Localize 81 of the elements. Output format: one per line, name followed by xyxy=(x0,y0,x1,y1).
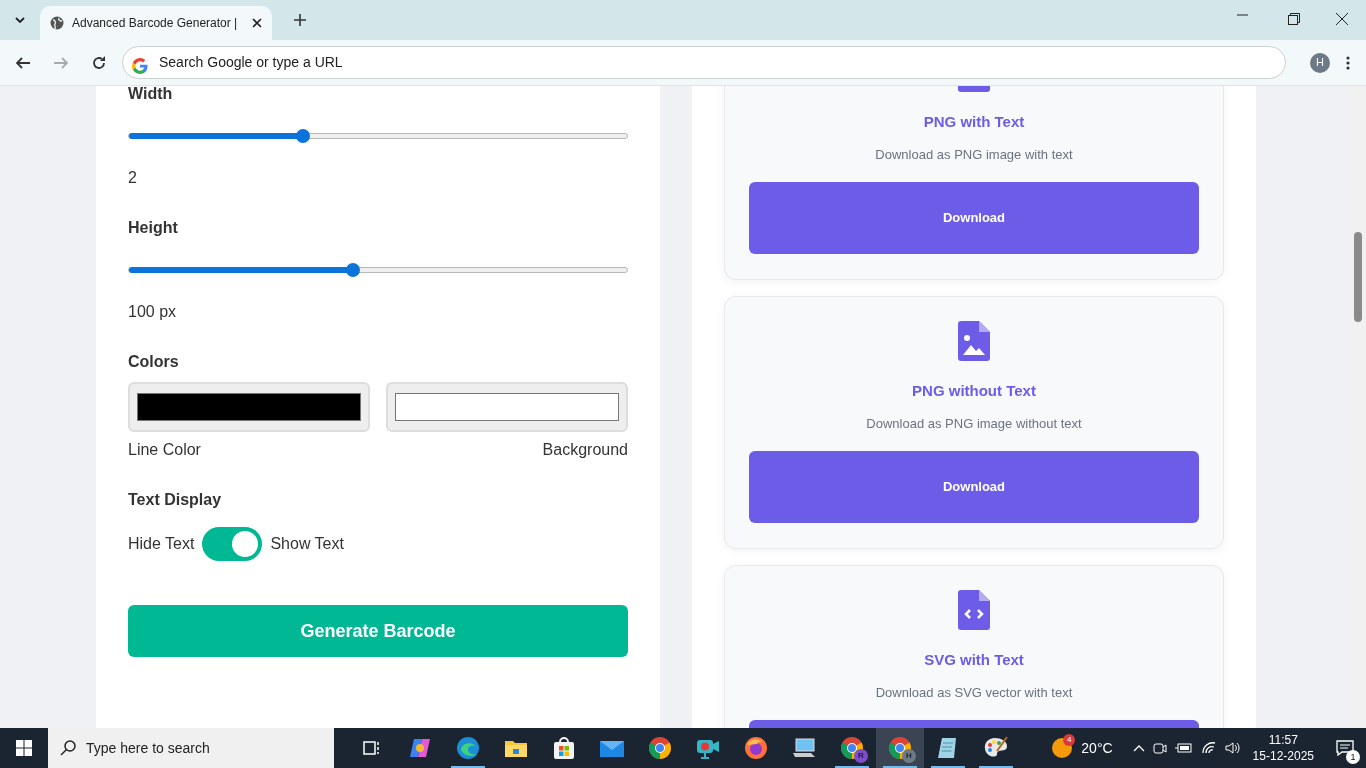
slider-thumb[interactable] xyxy=(296,129,311,143)
notifications-button[interactable]: 1 xyxy=(1330,728,1360,768)
text-toggle[interactable] xyxy=(202,527,263,561)
color-label: Line Color xyxy=(128,440,201,460)
close-window-button[interactable] xyxy=(1336,13,1348,25)
chrome-icon xyxy=(648,736,672,760)
kebab-menu-icon xyxy=(1346,55,1350,70)
slider-value: 2 xyxy=(128,168,138,188)
image-file-icon xyxy=(958,321,990,361)
windows-icon xyxy=(16,740,32,756)
chevron-up-icon xyxy=(1132,744,1145,752)
hide-text-label: Hide Text xyxy=(128,534,195,554)
format-title: PNG without Text xyxy=(911,381,1037,401)
firefox-icon xyxy=(744,736,768,760)
slider-value: 100 px xyxy=(128,302,178,322)
computer-icon xyxy=(791,737,817,759)
color-picker[interactable] xyxy=(128,382,370,432)
format-title: SVG with Text xyxy=(923,650,1025,670)
copilot-icon xyxy=(408,736,432,760)
tab-close-button[interactable] xyxy=(252,18,262,28)
reload-icon xyxy=(92,55,106,70)
tab-title: Advanced Barcode Generator | xyxy=(72,15,239,32)
wifi-icon xyxy=(1200,741,1217,755)
colors-label: Colors xyxy=(128,352,180,372)
format-description: Download as SVG vector with text xyxy=(874,684,1074,702)
hidden-icons-button[interactable] xyxy=(1132,744,1145,752)
profile-avatar[interactable]: H xyxy=(1310,52,1330,73)
taskbar-app[interactable]: R xyxy=(828,728,876,768)
weather-widget[interactable]: 4 20°C xyxy=(1051,728,1113,768)
new-tab-button[interactable] xyxy=(294,14,306,26)
mail-icon xyxy=(599,738,625,758)
taskbar-app[interactable]: H xyxy=(876,728,924,768)
globe-icon xyxy=(50,16,64,30)
battery-icon xyxy=(1174,742,1193,754)
back-button[interactable] xyxy=(16,56,30,69)
forward-arrow-icon xyxy=(54,56,68,69)
profile-badge: R xyxy=(854,749,868,763)
profile-badge: H xyxy=(902,749,916,763)
message-icon xyxy=(1336,740,1354,756)
color-picker[interactable] xyxy=(386,382,628,432)
text-display-label: Text Display xyxy=(128,490,223,510)
reload-button[interactable] xyxy=(92,55,106,70)
format-description: Download as PNG image with text xyxy=(874,146,1074,164)
show-text-label: Show Text xyxy=(270,534,344,554)
close-icon xyxy=(1336,13,1348,25)
search-placeholder: Type here to search xyxy=(86,738,210,758)
temperature: 20°C xyxy=(1081,738,1113,758)
download-button[interactable]: Download xyxy=(749,451,1199,523)
taskbar-search-field[interactable]: Type here to search xyxy=(48,728,334,768)
chevron-down-icon xyxy=(15,17,25,23)
volume-icon xyxy=(1224,741,1241,755)
download-button[interactable]: Download xyxy=(749,182,1199,254)
palette-icon xyxy=(983,736,1009,760)
clock[interactable]: 11:57 15-12-2025 xyxy=(1252,732,1314,764)
format-title: PNG with Text xyxy=(922,112,1026,132)
slider-label: Width xyxy=(128,86,174,104)
notification-count: 1 xyxy=(1346,750,1360,764)
address-bar[interactable]: Search Google or type a URL xyxy=(122,46,1286,79)
back-arrow-icon xyxy=(16,56,30,69)
slider-label: Height xyxy=(128,218,179,238)
camera-icon xyxy=(1152,741,1167,755)
slider-thumb[interactable] xyxy=(346,263,361,277)
restore-button[interactable] xyxy=(1288,13,1300,25)
edge-icon xyxy=(456,736,480,760)
menu-button[interactable] xyxy=(1346,55,1350,70)
time: 11:57 xyxy=(1268,732,1298,748)
search-icon xyxy=(60,740,76,756)
google-icon xyxy=(132,58,148,75)
close-icon xyxy=(252,18,262,28)
address-placeholder: Search Google or type a URL xyxy=(159,53,343,72)
weather-badge: 4 xyxy=(1063,734,1076,746)
task-view-icon xyxy=(362,739,382,757)
minimize-icon xyxy=(1237,14,1248,16)
code-file-icon xyxy=(958,590,990,630)
restore-icon xyxy=(1288,13,1300,25)
format-description: Download as PNG image without text xyxy=(865,415,1083,433)
date: 15-12-2025 xyxy=(1252,748,1314,764)
plus-icon xyxy=(294,14,306,26)
color-label: Background xyxy=(542,440,628,460)
browser-tab[interactable]: Advanced Barcode Generator | xyxy=(40,6,272,40)
store-icon xyxy=(552,736,576,760)
